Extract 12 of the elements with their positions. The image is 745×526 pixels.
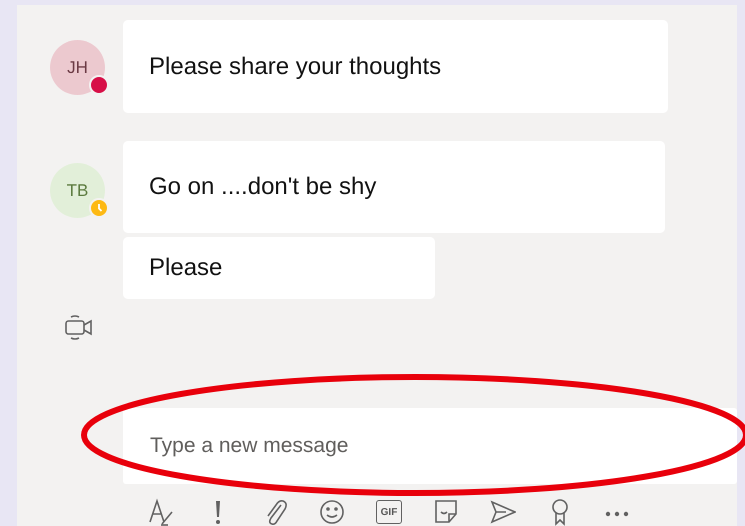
smiley-icon[interactable] (319, 498, 345, 526)
avatar-initials: TB (66, 180, 88, 202)
message-bubble: Go on ....don't be shy (123, 141, 665, 233)
sticker-icon[interactable] (433, 498, 459, 526)
gif-button[interactable]: GIF (376, 500, 402, 524)
avatar-initials: JH (67, 56, 88, 79)
video-camera-icon[interactable] (64, 313, 94, 341)
message-bubble: Please share your thoughts (123, 20, 668, 113)
message-input[interactable]: Type a new message (123, 408, 737, 484)
message-bubble: Please (123, 237, 435, 299)
send-icon[interactable] (490, 498, 516, 526)
format-icon[interactable] (148, 498, 174, 526)
